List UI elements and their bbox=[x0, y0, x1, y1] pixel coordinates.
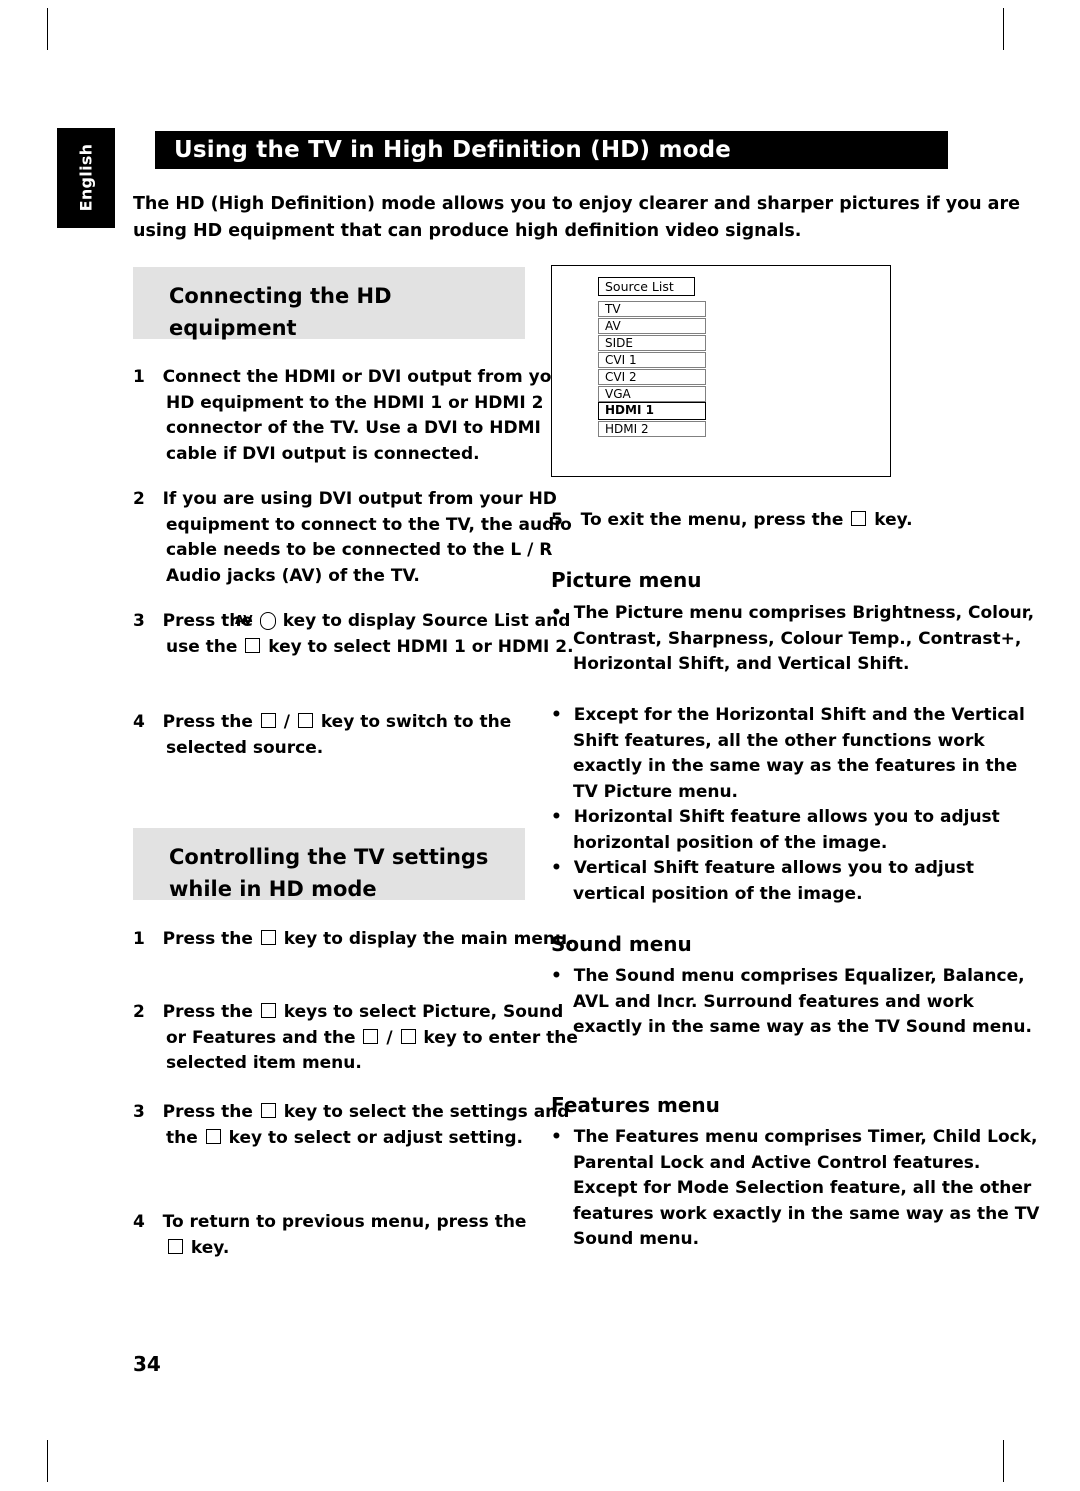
bullet-dot: • bbox=[551, 858, 562, 878]
control-step-2-number: 2 bbox=[133, 1002, 145, 1022]
source-list-item-tv[interactable]: TV bbox=[598, 301, 706, 317]
picture-bullet-2: • Except for the Horizontal Shift and th… bbox=[551, 703, 1043, 805]
intro-paragraph: The HD (High Definition) mode allows you… bbox=[133, 194, 1020, 241]
control-step-1-text-2: key to display the main menu. bbox=[283, 929, 574, 949]
connect-step-2-text: If you are using DVI output from your HD… bbox=[162, 489, 572, 586]
up-down-key-icon bbox=[245, 637, 261, 653]
connect-step-3: 3 Press the AV key to display Source Lis… bbox=[133, 609, 584, 660]
crop-mark-top-left bbox=[47, 8, 48, 50]
source-list-item-cvi2[interactable]: CVI 2 bbox=[598, 369, 706, 385]
picture-bullet-4-text: Vertical Shift feature allows you to adj… bbox=[573, 858, 975, 904]
ok-key-icon-2 bbox=[400, 1028, 416, 1044]
connect-step-4-number: 4 bbox=[133, 712, 145, 732]
features-bullet-1-text: The Features menu comprises Timer, Child… bbox=[573, 1127, 1040, 1249]
source-list-item-vga[interactable]: VGA bbox=[598, 386, 706, 402]
control-step-2-sep: / bbox=[386, 1027, 393, 1048]
picture-bullet-2-text: Except for the Horizontal Shift and the … bbox=[573, 705, 1025, 802]
bullet-dot: • bbox=[551, 705, 562, 725]
features-bullet-1: • The Features menu comprises Timer, Chi… bbox=[551, 1125, 1043, 1253]
picture-bullet-1-text: The Picture menu comprises Brightness, C… bbox=[573, 603, 1035, 674]
control-step-1-number: 1 bbox=[133, 929, 145, 949]
exit-menu-note: 5 To exit the menu, press the key. bbox=[551, 508, 1054, 534]
source-list-item-cvi1[interactable]: CVI 1 bbox=[598, 352, 706, 368]
connect-step-3-bold-1: HDMI 1 bbox=[396, 636, 466, 657]
sound-menu-heading: Sound menu bbox=[551, 932, 692, 956]
control-step-3-text-1: Press the bbox=[162, 1102, 253, 1122]
av-key-icon: AV bbox=[235, 612, 276, 630]
control-step-3: 3 Press the key to select the settings a… bbox=[133, 1100, 584, 1151]
connect-step-1-number: 1 bbox=[133, 367, 145, 387]
connect-step-3-number: 3 bbox=[133, 611, 145, 631]
control-step-4-number: 4 bbox=[133, 1212, 145, 1232]
bullet-dot: • bbox=[551, 966, 562, 986]
connect-step-2-number: 2 bbox=[133, 489, 145, 509]
language-tab-label: English bbox=[76, 143, 96, 212]
picture-bullet-1: • The Picture menu comprises Brightness,… bbox=[551, 601, 1043, 678]
menu-key-icon-2 bbox=[168, 1238, 183, 1254]
connect-step-2: 2 If you are using DVI output from your … bbox=[133, 487, 584, 589]
connect-step-4-text-1: Press the bbox=[162, 712, 253, 732]
connect-step-4: 4 Press the / key to switch to the selec… bbox=[133, 710, 584, 761]
ok-key-icon bbox=[297, 713, 313, 728]
source-list-item-av[interactable]: AV bbox=[598, 318, 706, 334]
control-step-4-text-2: key. bbox=[190, 1237, 230, 1258]
up-down-keys-icon bbox=[260, 1003, 276, 1018]
section-heading-controlling: Controlling the TV settings while in HD … bbox=[133, 828, 525, 901]
control-step-1: 1 Press the key to display the main menu… bbox=[133, 927, 584, 953]
picture-bullet-3: • Horizontal Shift feature allows you to… bbox=[551, 805, 1043, 856]
page-title: Using the TV in High Definition (HD) mod… bbox=[174, 137, 732, 163]
connect-step-4-sep: / bbox=[283, 712, 290, 732]
page-number: 34 bbox=[133, 1352, 161, 1376]
control-step-3-text-3: key to select or adjust setting. bbox=[228, 1127, 524, 1148]
exit-menu-note-text-2: key. bbox=[874, 510, 913, 530]
bullet-dot: • bbox=[551, 807, 562, 827]
section-heading-connecting: Connecting the HD equipment bbox=[133, 267, 525, 340]
language-tab: English bbox=[57, 128, 115, 228]
left-right-keys-icon bbox=[205, 1128, 221, 1144]
connect-step-3-text-3: key to select bbox=[268, 636, 391, 657]
up-down-keys-icon-2 bbox=[260, 1103, 276, 1118]
source-list-title: Source List bbox=[598, 277, 695, 296]
menu-key-icon-3 bbox=[851, 511, 867, 526]
right-arrow-key-icon-2 bbox=[363, 1028, 379, 1044]
sound-bullet-1: • The Sound menu comprises Equalizer, Ba… bbox=[551, 964, 1043, 1041]
right-arrow-key-icon bbox=[260, 713, 276, 728]
control-step-1-text-1: Press the bbox=[162, 929, 253, 949]
control-step-2: 2 Press the keys to select Picture, Soun… bbox=[133, 1000, 584, 1077]
crop-mark-top-right bbox=[1003, 8, 1004, 50]
section-heading-controlling-label: Controlling the TV settings while in HD … bbox=[169, 845, 489, 901]
connect-step-3-text-4: or bbox=[471, 636, 492, 657]
crop-mark-bottom-right bbox=[1003, 1440, 1004, 1482]
control-step-4-text-1: To return to previous menu, press the bbox=[162, 1212, 527, 1232]
page-title-bar: Using the TV in High Definition (HD) mod… bbox=[155, 131, 948, 169]
control-step-2-text-1: Press the bbox=[162, 1002, 253, 1022]
source-list-item-hdmi2[interactable]: HDMI 2 bbox=[598, 421, 706, 437]
bullet-dot: • bbox=[551, 603, 562, 623]
control-step-3-number: 3 bbox=[133, 1102, 145, 1122]
picture-bullet-4: • Vertical Shift feature allows you to a… bbox=[551, 856, 1043, 907]
source-list-screen: Source List TV AV SIDE CVI 1 CVI 2 VGA H… bbox=[551, 265, 891, 477]
exit-menu-note-text-1: To exit the menu, press the bbox=[580, 510, 844, 530]
connect-step-1-text: Connect the HDMI or DVI output from your… bbox=[162, 367, 572, 464]
picture-menu-heading: Picture menu bbox=[551, 568, 702, 592]
picture-bullet-3-text: Horizontal Shift feature allows you to a… bbox=[573, 807, 1000, 853]
sound-bullet-1-text: The Sound menu comprises Equalizer, Bala… bbox=[573, 966, 1032, 1037]
bullet-dot: • bbox=[551, 1127, 562, 1147]
section-heading-connecting-label: Connecting the HD equipment bbox=[169, 284, 392, 340]
menu-key-icon bbox=[260, 930, 276, 945]
crop-mark-bottom-left bbox=[47, 1440, 48, 1482]
connect-step-1: 1 Connect the HDMI or DVI output from yo… bbox=[133, 365, 584, 467]
source-list-item-side[interactable]: SIDE bbox=[598, 335, 706, 351]
source-list-item-hdmi1[interactable]: HDMI 1 bbox=[598, 402, 706, 420]
control-step-4: 4 To return to previous menu, press the … bbox=[133, 1210, 584, 1261]
exit-menu-note-number: 5 bbox=[551, 510, 563, 530]
features-menu-heading: Features menu bbox=[551, 1093, 720, 1117]
